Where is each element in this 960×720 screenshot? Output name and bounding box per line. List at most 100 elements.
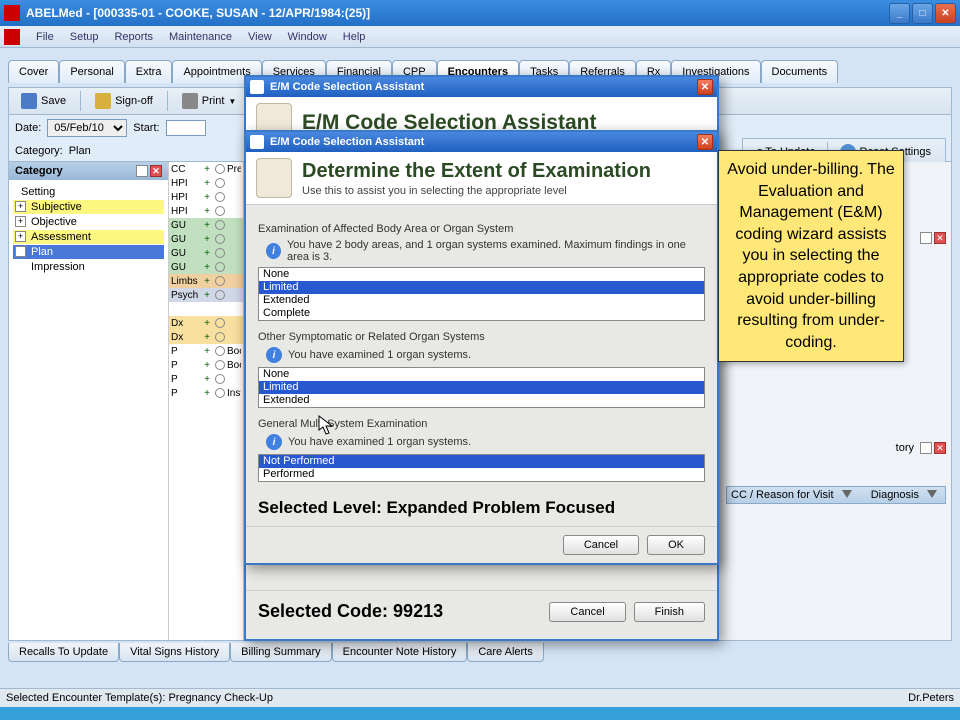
bottom-tab-vital-signs-history[interactable]: Vital Signs History [119,643,230,662]
panel-close-icon[interactable]: ✕ [150,165,162,177]
cancel-button[interactable]: Cancel [563,535,639,555]
category-tree[interactable]: SettingSubjectiveObjectiveAssessmentPlan… [9,180,168,279]
add-icon[interactable]: + [201,248,213,259]
signoff-button[interactable]: Sign-off [89,91,159,111]
panel-close-icon[interactable]: ✕ [934,442,946,454]
tree-item-setting[interactable]: Setting [13,185,164,199]
list-row[interactable]: HPI+ [169,190,243,204]
add-icon[interactable]: + [201,178,213,189]
list-row[interactable]: GU+ [169,260,243,274]
maximize-button[interactable]: □ [912,3,933,24]
tab-cover[interactable]: Cover [8,60,59,83]
add-icon[interactable]: + [201,374,213,385]
add-icon[interactable]: + [201,388,213,399]
circle-icon[interactable] [215,206,225,216]
add-icon[interactable]: + [201,262,213,273]
list-row[interactable]: GU+ [169,232,243,246]
add-icon[interactable]: + [201,346,213,357]
circle-icon[interactable] [215,290,225,300]
tab-documents[interactable]: Documents [761,60,839,83]
circle-icon[interactable] [215,178,225,188]
list-row[interactable]: GU+ [169,218,243,232]
bottom-tab-recalls-to-update[interactable]: Recalls To Update [8,643,119,662]
option-limited[interactable]: Limited [259,381,704,394]
cancel-button[interactable]: Cancel [549,602,625,622]
ok-button[interactable]: OK [647,535,705,555]
list-row[interactable]: Dx+ [169,316,243,330]
filter-icon[interactable] [842,490,852,500]
circle-icon[interactable] [215,262,225,272]
tree-item-objective[interactable]: Objective [13,215,164,229]
add-icon[interactable]: + [201,360,213,371]
bottom-tab-care-alerts[interactable]: Care Alerts [467,643,543,662]
dialog-close-button[interactable]: ✕ [697,79,713,95]
option-performed[interactable]: Performed [259,468,704,481]
add-icon[interactable]: + [201,332,213,343]
circle-icon[interactable] [215,332,225,342]
option-none[interactable]: None [259,268,704,281]
menu-window[interactable]: Window [280,29,335,45]
option-none[interactable]: None [259,368,704,381]
list-row[interactable]: P+Book [169,358,243,372]
option-complete[interactable]: Complete [259,307,704,320]
list-row[interactable]: P+Instru [169,386,243,400]
list-row[interactable] [169,302,243,316]
add-icon[interactable]: + [201,206,213,217]
menu-help[interactable]: Help [335,29,374,45]
menu-file[interactable]: File [28,29,62,45]
menu-setup[interactable]: Setup [62,29,107,45]
add-icon[interactable]: + [201,220,213,231]
option-not-performed[interactable]: Not Performed [259,455,704,468]
add-icon[interactable]: + [201,164,213,175]
save-button[interactable]: Save [15,91,72,111]
add-icon[interactable]: + [201,276,213,287]
menu-reports[interactable]: Reports [106,29,161,45]
bottom-tab-encounter-note-history[interactable]: Encounter Note History [332,643,468,662]
tree-item-plan[interactable]: Plan [13,245,164,259]
circle-icon[interactable] [215,164,225,174]
bottom-tab-billing-summary[interactable]: Billing Summary [230,643,331,662]
panel-pin-icon[interactable] [920,442,932,454]
circle-icon[interactable] [215,360,225,370]
add-icon[interactable]: + [201,234,213,245]
close-button[interactable]: ✕ [935,3,956,24]
cc-column-header[interactable]: CC / Reason for Visit [731,489,834,501]
date-select[interactable]: 05/Feb/10 [47,119,127,137]
tab-extra[interactable]: Extra [125,60,173,83]
option-limited[interactable]: Limited [259,281,704,294]
tree-item-subjective[interactable]: Subjective [13,200,164,214]
option-extended[interactable]: Extended [259,394,704,407]
print-button[interactable]: Print ▼ [176,91,243,111]
add-icon[interactable]: + [201,318,213,329]
circle-icon[interactable] [215,276,225,286]
section-3-options[interactable]: Not PerformedPerformed [258,454,705,482]
tab-personal[interactable]: Personal [59,60,124,83]
list-row[interactable]: Psych+ [169,288,243,302]
list-row[interactable]: Limbs+ [169,274,243,288]
section-1-options[interactable]: NoneLimitedExtendedComplete [258,267,705,321]
finish-button[interactable]: Finish [634,602,705,622]
add-icon[interactable]: + [201,192,213,203]
circle-icon[interactable] [215,234,225,244]
menu-maintenance[interactable]: Maintenance [161,29,240,45]
list-row[interactable]: HPI+ [169,204,243,218]
findings-list[interactable]: CC+PregnHPI+HPI+HPI+GU+GU+GU+GU+Limbs+Ps… [169,162,244,640]
add-icon[interactable]: + [201,290,213,301]
minimize-button[interactable]: _ [889,3,910,24]
list-row[interactable]: CC+Pregn [169,162,243,176]
circle-icon[interactable] [215,192,225,202]
circle-icon[interactable] [215,374,225,384]
tree-item-impression[interactable]: Impression [13,260,164,274]
list-row[interactable]: Dx+ [169,330,243,344]
panel-pin-icon[interactable] [136,165,148,177]
dialog-close-button[interactable]: ✕ [697,134,713,150]
circle-icon[interactable] [215,388,225,398]
circle-icon[interactable] [215,346,225,356]
dialog-titlebar[interactable]: E/M Code Selection Assistant ✕ [246,77,717,97]
tree-item-assessment[interactable]: Assessment [13,230,164,244]
list-row[interactable]: P+Book [169,344,243,358]
dialog-titlebar[interactable]: E/M Code Selection Assistant ✕ [246,132,717,152]
option-extended[interactable]: Extended [259,294,704,307]
diagnosis-column-header[interactable]: Diagnosis [871,489,919,501]
start-input[interactable] [166,120,206,136]
